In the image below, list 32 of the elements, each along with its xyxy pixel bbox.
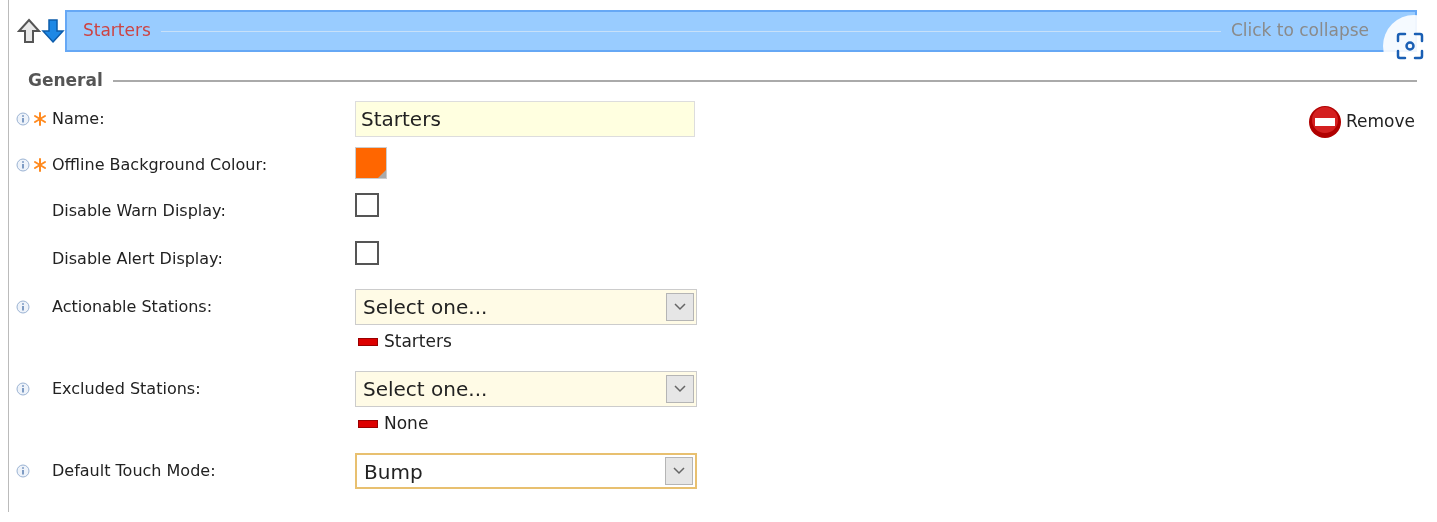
- field-label: Offline Background Colour:: [52, 154, 268, 176]
- field-label: Name:: [52, 108, 105, 130]
- caret-icon: [674, 385, 686, 393]
- section-title: Starters: [83, 19, 151, 43]
- field-label: Excluded Stations:: [52, 378, 201, 400]
- select-field[interactable]: Select one...: [355, 371, 697, 407]
- remove-button[interactable]: Remove: [1308, 105, 1415, 139]
- move-down-icon[interactable]: [41, 18, 65, 44]
- select-placeholder: Select one...: [362, 294, 489, 321]
- station-tag: None: [384, 411, 429, 437]
- field-label: Disable Alert Display:: [52, 248, 223, 270]
- select-field[interactable]: Select one...: [355, 289, 697, 325]
- select-placeholder: Select one...: [362, 376, 489, 403]
- checkbox[interactable]: [355, 241, 379, 265]
- move-up-icon[interactable]: [17, 18, 41, 44]
- checkbox[interactable]: [355, 193, 379, 217]
- caret-icon: [674, 303, 686, 311]
- field-label: Default Touch Mode:: [52, 460, 216, 482]
- remove-icon: [1308, 105, 1342, 139]
- color-swatch[interactable]: [355, 147, 387, 179]
- select-field[interactable]: Bump: [355, 453, 697, 489]
- lens-icon: [1395, 31, 1425, 61]
- remove-tag-icon[interactable]: [358, 337, 378, 346]
- caret-icon: [673, 467, 685, 475]
- remove-tag-icon[interactable]: [358, 419, 378, 428]
- group-heading: General: [28, 69, 103, 93]
- name-field[interactable]: Starters: [355, 101, 695, 137]
- select-value: Bump: [363, 459, 424, 486]
- collapse-hint: Click to collapse: [1230, 19, 1370, 43]
- field-label: Actionable Stations:: [52, 296, 213, 318]
- station-tag: Starters: [384, 329, 452, 355]
- field-label: Disable Warn Display:: [52, 200, 226, 222]
